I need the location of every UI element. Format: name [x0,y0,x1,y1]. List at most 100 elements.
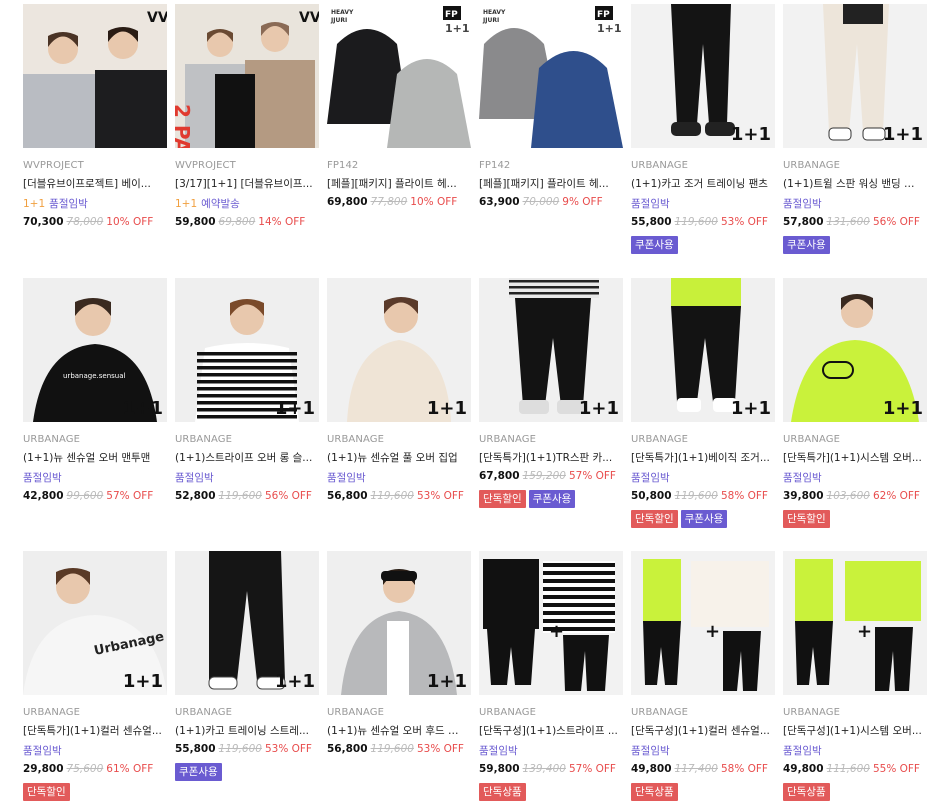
product-card[interactable]: 1+1 URBANAGE [단독특가](1+1)베이직 조거... 품절임박 50,80… [631,278,775,528]
brand-name[interactable]: FP142 [327,160,471,171]
discount-rate: 56% OFF [872,216,920,228]
original-price: 159,200 [522,470,566,482]
product-name[interactable]: (1+1)뉴 센슈얼 오버 후드 집... [327,723,467,738]
product-card[interactable]: 1+1 URBANAGE [단독특가](1+1)TR스판 카... 67,800 159… [479,278,623,508]
product-card[interactable]: Urbanage 1+1 URBANAGE [단독특가](1+1)컬러 센슈얼... 품… [23,551,167,801]
brand-name[interactable]: WVPROJECT [23,160,167,171]
product-card[interactable]: + URBANAGE [단독구성](1+1)컬러 센슈얼... 품절임박 49,800 1… [631,551,775,801]
brand-name[interactable]: URBANAGE [327,434,471,445]
product-card[interactable]: + URBANAGE [단독구성](1+1)시스템 오버... 품절임박 49,800 1… [783,551,927,801]
product-name[interactable]: (1+1)뉴 센슈얼 오버 맨투맨 [23,450,163,465]
product-image[interactable]: 1+1 [631,4,775,148]
product-name[interactable]: [단독특가](1+1)베이직 조거... [631,450,771,465]
product-name[interactable]: (1+1)뉴 센슈얼 풀 오버 집업 [327,450,467,465]
discount-rate: 53% OFF [720,216,768,228]
badge-list: 단독할인 [23,780,167,801]
status-label: 품절임박 [327,472,366,484]
product-card[interactable]: HEAVY JJURI FP 1+1 FP142 [페플][패키지] 플라이트 헤... 6… [327,4,471,208]
product-image[interactable]: + [479,551,623,695]
product-card[interactable]: 1+1 URBANAGE (1+1)카고 트레이닝 스트레... 55,800 119,… [175,551,319,781]
product-image[interactable]: 1+1 [631,278,775,422]
brand-name[interactable]: URBANAGE [631,434,775,445]
brand-name[interactable]: URBANAGE [479,707,623,718]
product-image[interactable]: 1+1 [327,278,471,422]
product-card[interactable]: urbanage.sensual 1+1 URBANAGE (1+1)뉴 센슈얼 오버… [23,278,167,502]
original-price: 131,600 [826,216,870,228]
discount-rate: 57% OFF [568,763,616,775]
product-name[interactable]: [페플][패키지] 플라이트 헤... [479,176,619,191]
product-image[interactable]: 1+1 [783,4,927,148]
product-name[interactable]: [더블유브이프로젝트] 베이... [23,176,163,191]
product-card[interactable]: VVV WVPROJECT [더블유브이프로젝트] 베이... 1+1품절임박 70,3… [23,4,167,228]
coupon-badge: 쿠폰사용 [631,236,678,254]
product-image[interactable]: 1+1 [327,551,471,695]
brand-name[interactable]: URBANAGE [479,434,623,445]
brand-name[interactable]: FP142 [479,160,623,171]
product-name[interactable]: [페플][패키지] 플라이트 헤... [327,176,467,191]
brand-name[interactable]: URBANAGE [631,707,775,718]
product-name[interactable]: (1+1)카고 트레이닝 스트레... [175,723,315,738]
original-price: 119,600 [370,743,414,755]
original-price: 70,000 [522,196,560,208]
product-name[interactable]: [단독구성](1+1)시스템 오버... [783,723,923,738]
brand-name[interactable]: URBANAGE [175,707,319,718]
one-plus-one-overlay: 1+1 [122,671,163,692]
exclusive-badge: 단독할인 [631,510,678,528]
product-name[interactable]: [단독특가](1+1)컬러 센슈얼... [23,723,163,738]
product-card[interactable]: 1+1 URBANAGE (1+1)카고 조거 트레이닝 팬츠 품절임박 55,800 1… [631,4,775,254]
svg-text:1+1: 1+1 [445,22,470,35]
product-image[interactable]: 2 PACK VVV [175,4,319,148]
product-name[interactable]: [단독구성](1+1)스트라이프 ... [479,723,619,738]
brand-name[interactable]: URBANAGE [631,160,775,171]
badge-list: 단독상품 [479,780,623,801]
product-name[interactable]: [단독구성](1+1)컬러 센슈얼... [631,723,771,738]
option-label: 1+1 [175,198,198,210]
product-name[interactable]: [3/17][1+1] [더블유브이프... [175,176,315,191]
product-card[interactable]: 1+1 URBANAGE (1+1)뉴 센슈얼 풀 오버 집업 품절임박 56,800 1… [327,278,471,502]
product-image[interactable]: 1+1 [479,278,623,422]
status-label: 품절임박 [783,745,822,757]
brand-name[interactable]: URBANAGE [783,707,927,718]
brand-name[interactable]: URBANAGE [23,434,167,445]
current-price: 70,300 [23,216,64,228]
2pack-label: 2 PACK [175,104,194,148]
product-image[interactable]: + [631,551,775,695]
product-card[interactable]: 1+1 URBANAGE [단독특가](1+1)시스템 오버... 품절임박 39,80… [783,278,927,528]
discount-rate: 10% OFF [410,196,458,208]
svg-text:HEAVY: HEAVY [483,9,506,16]
product-name[interactable]: (1+1)트윌 스판 워싱 밴딩 팬... [783,176,923,191]
product-card[interactable]: 1+1 URBANAGE (1+1)스트라이프 오버 롱 슬... 품절임박 52,80… [175,278,319,502]
product-image[interactable]: HEAVY JJURI FP 1+1 [327,4,471,148]
product-image[interactable]: VVV [23,4,167,148]
product-name[interactable]: (1+1)카고 조거 트레이닝 팬츠 [631,176,771,191]
product-card[interactable]: 2 PACK VVV WVPROJECT [3/17][1+1] [더블유브이프...… [175,4,319,228]
brand-name[interactable]: URBANAGE [23,707,167,718]
product-status: 1+1 품절임박 [23,196,167,211]
original-price: 119,600 [218,743,262,755]
product-card[interactable]: + URBANAGE [단독구성](1+1)스트라이프 ... 품절임박 59,800 1… [479,551,623,801]
brand-name[interactable]: URBANAGE [783,434,927,445]
product-image[interactable]: Urbanage 1+1 [23,551,167,695]
brand-name[interactable]: URBANAGE [327,707,471,718]
brand-name[interactable]: WVPROJECT [175,160,319,171]
original-price: 119,600 [674,490,718,502]
product-card[interactable]: 1+1 URBANAGE (1+1)뉴 센슈얼 오버 후드 집... 56,800 11… [327,551,471,755]
product-image[interactable]: urbanage.sensual 1+1 [23,278,167,422]
brand-name[interactable]: URBANAGE [783,160,927,171]
product-status: 품절임박 [479,743,623,758]
product-image[interactable]: 1+1 [175,278,319,422]
product-image[interactable]: HEAVY JJURI FP 1+1 [479,4,623,148]
product-card[interactable]: 1+1 URBANAGE (1+1)트윌 스판 워싱 밴딩 팬... 품절임박 57,8… [783,4,927,254]
product-image[interactable]: 1+1 [783,278,927,422]
product-name[interactable]: [단독특가](1+1)TR스판 카... [479,450,619,465]
product-image[interactable]: + [783,551,927,695]
product-name[interactable]: [단독특가](1+1)시스템 오버... [783,450,923,465]
price-line: 59,800 139,400 57% OFF [479,763,623,775]
price-line: 29,800 75,600 61% OFF [23,763,167,775]
product-name[interactable]: (1+1)스트라이프 오버 롱 슬... [175,450,315,465]
brand-name[interactable]: URBANAGE [175,434,319,445]
product-image[interactable]: 1+1 [175,551,319,695]
product-card[interactable]: HEAVY JJURI FP 1+1 FP142 [페플][패키지] 플라이트 헤... 6… [479,4,623,208]
coupon-badge: 쿠폰사용 [175,763,222,781]
price-line: 50,800 119,600 58% OFF [631,490,775,502]
